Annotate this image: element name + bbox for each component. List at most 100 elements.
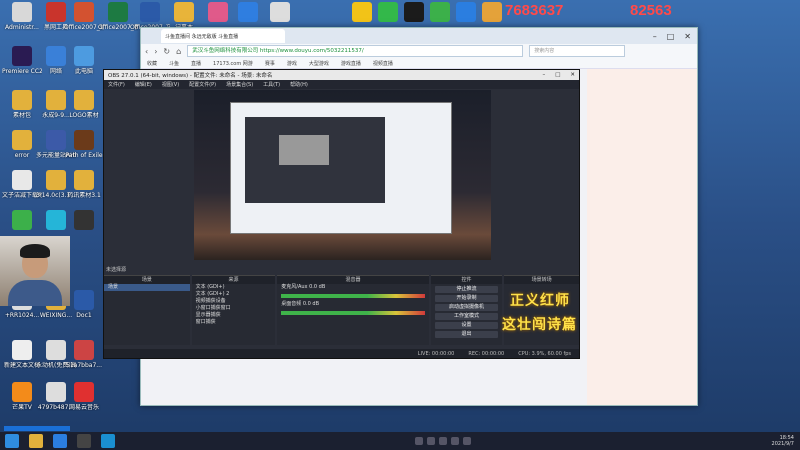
taskbar: 18:54 2021/9/7 (0, 432, 800, 450)
obs-minimize-icon[interactable]: – (542, 72, 545, 78)
home-icon[interactable]: ⌂ (176, 47, 181, 56)
controls-panel: 控件 停止推流 开始录制 启动虚拟摄像机 工作室模式 设置 退出 (430, 275, 503, 345)
obs-taskbar-icon[interactable] (77, 434, 91, 448)
close-icon[interactable]: ✕ (684, 32, 691, 41)
mixer-header: 混音器 (277, 276, 429, 284)
browser-tab[interactable]: 斗鱼直播间 永远无敌版 斗鱼直播 (161, 29, 285, 43)
obs-control-button[interactable]: 启动虚拟摄像机 (434, 304, 499, 311)
refresh-icon[interactable]: ↻ (163, 47, 170, 56)
tray-icon[interactable] (414, 437, 423, 445)
mixer-track-label: 桌面音频 0.0 dB (281, 301, 320, 307)
app-icon (74, 130, 94, 150)
bookmark-link[interactable]: 斗鱼 (169, 60, 179, 67)
obs-menu-item[interactable]: 配置文件(P) (189, 81, 216, 88)
app-icon (46, 2, 66, 22)
browser-search-input[interactable]: 搜索内容 (529, 45, 626, 57)
obs-control-button[interactable]: 停止推流 (434, 286, 499, 293)
mixer-panel: 混音器 麦克风/Aux 0.0 dB 桌面音频 0.0 dB (277, 275, 429, 345)
obs-control-button[interactable]: 退出 (434, 331, 499, 338)
app-icon (46, 210, 66, 230)
app-icon (74, 382, 94, 402)
tray-app-6-icon[interactable] (482, 2, 502, 22)
bookmark-link[interactable]: 大型游戏 (309, 60, 329, 67)
source-item[interactable]: 小窗口捕获窗口 (192, 305, 276, 312)
bookmark-link[interactable]: 游戏 (287, 60, 297, 67)
obs-title: OBS 27.0.1 (64-bit, windows) - 配置文件: 未命名… (108, 73, 273, 79)
scenes-panel: 场景 场景 (104, 275, 190, 345)
clock[interactable]: 18:54 2021/9/7 (772, 435, 794, 447)
app-icon (12, 90, 32, 110)
obs-close-icon[interactable]: ✕ (570, 72, 575, 78)
tray-app-3-icon[interactable] (404, 2, 424, 22)
tray-app-1-icon[interactable] (352, 2, 372, 22)
tray-app-2-icon[interactable] (378, 2, 398, 22)
app-icon (74, 46, 94, 66)
desktop-icon[interactable]: 51a7bba7... (64, 340, 104, 369)
obs-menu-item[interactable]: 视图(V) (162, 81, 179, 88)
obs-menu-item[interactable]: 编辑(E) (135, 81, 152, 88)
desktop-icon[interactable]: 药讯素材3.1 (64, 170, 104, 199)
maximize-icon[interactable]: □ (667, 32, 675, 41)
obs-control-button[interactable]: 工作室模式 (434, 313, 499, 320)
obs-control-button[interactable]: 设置 (434, 322, 499, 329)
tray-app-5-icon[interactable] (456, 2, 476, 22)
volume-icon[interactable] (462, 437, 471, 445)
source-item[interactable]: 文本 (GDI+) 2 (192, 291, 276, 298)
tray-icon[interactable] (426, 437, 435, 445)
obs-menu-item[interactable]: 帮助(H) (290, 81, 308, 88)
minimize-icon[interactable]: – (653, 32, 657, 41)
scene-item[interactable]: 场景 (104, 284, 190, 291)
volume-meter[interactable] (281, 294, 425, 298)
app-icon (74, 2, 94, 22)
bookmark-link[interactable]: 赛事 (265, 60, 275, 67)
obs-menu-item[interactable]: 工具(T) (263, 81, 280, 88)
tray-app-4-icon[interactable] (430, 2, 450, 22)
bookmark-link[interactable]: 直播 (191, 60, 201, 67)
desktop-icon[interactable]: Doc1 (64, 290, 104, 319)
bookmark-link[interactable]: 游戏直播 (341, 60, 361, 67)
app-icon (12, 130, 32, 150)
source-item[interactable]: 文本 (GDI+) (192, 284, 276, 291)
desktop-icon[interactable] (64, 210, 104, 232)
back-icon[interactable]: ‹ (145, 47, 148, 56)
volume-meter[interactable] (281, 311, 425, 315)
app-icon (12, 2, 32, 22)
url-field[interactable]: 武汉斗鱼网络科技有限公司 https://www.douyu.com/50322… (187, 45, 524, 57)
bookmarks-bar: 收藏 斗鱼 直播 17173.com 网游 赛事 游戏 大型游戏 游戏直播 视频直播 (141, 58, 697, 69)
obs-titlebar: OBS 27.0.1 (64-bit, windows) - 配置文件: 未命名… (104, 70, 579, 80)
app-icon (174, 2, 194, 22)
desktop-icon[interactable]: 此电脑 (64, 46, 104, 75)
obs-maximize-icon[interactable]: □ (555, 72, 560, 78)
desktop-icon[interactable]: LOGO素材 (64, 90, 104, 119)
desktop-icon[interactable] (260, 2, 300, 24)
start-icon[interactable] (5, 434, 19, 448)
source-item[interactable]: 视频捕获设备 (192, 298, 276, 305)
obs-menu-item[interactable]: 文件(F) (108, 81, 125, 88)
app-icon (12, 210, 32, 230)
file-explorer-icon[interactable] (29, 434, 43, 448)
source-item[interactable]: 窗口捕获 (192, 319, 276, 326)
obs-menu-item[interactable]: 场景集合(S) (226, 81, 253, 88)
clock-date: 2021/9/7 (771, 441, 794, 447)
obs-dock: 场景 场景 来源 文本 (GDI+) 文本 (GDI+) 2 视频捕获设备 小窗口捕获… (104, 275, 580, 345)
source-item[interactable]: 显示器捕获 (192, 312, 276, 319)
tray-icon[interactable] (450, 437, 459, 445)
taskbar-app-icon[interactable] (101, 434, 115, 448)
obs-control-button[interactable]: 开始录制 (434, 295, 499, 302)
taskbar-browser-icon[interactable] (53, 434, 67, 448)
bookmark-link[interactable]: 视频直播 (373, 60, 393, 67)
desktop-icon[interactable]: 网易云音乐 (64, 382, 104, 411)
app-icon (74, 210, 94, 230)
app-icon (238, 2, 258, 22)
obs-preview[interactable] (194, 90, 491, 260)
forward-icon[interactable]: › (154, 47, 157, 56)
desktop-icon-label: 51a7bba7... (66, 362, 102, 369)
app-icon (12, 46, 32, 66)
transitions-panel: 场景转场 (504, 275, 580, 345)
tray-icon[interactable] (438, 437, 447, 445)
desktop-icon-label: 此电脑 (74, 68, 93, 75)
caption-line-2: 这壮闯诗篇 (502, 317, 577, 333)
bookmark-link[interactable]: 收藏 (147, 60, 157, 67)
desktop-icon[interactable]: Path of Exile (64, 130, 104, 159)
bookmark-link[interactable]: 17173.com 网游 (213, 60, 253, 67)
